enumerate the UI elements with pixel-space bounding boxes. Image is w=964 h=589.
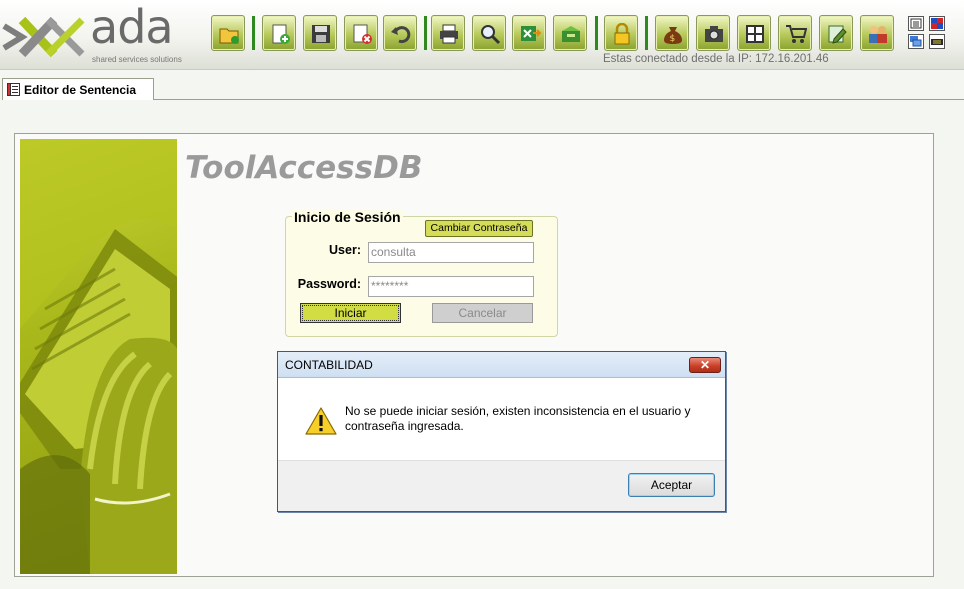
tab-editor-de-sentencia[interactable]: Editor de Sentencia [2, 78, 154, 100]
new-button[interactable] [262, 15, 296, 51]
user-label: User: [329, 243, 361, 257]
change-password-button[interactable]: Cambiar Contraseña [425, 220, 533, 237]
user-field[interactable]: consulta [368, 242, 534, 263]
new-document-icon [272, 24, 290, 44]
toolbar-separator [252, 16, 255, 50]
login-legend: Inicio de Sesión [292, 209, 403, 225]
floppy-disk-icon [312, 25, 330, 43]
export-button[interactable] [512, 15, 546, 51]
search-button[interactable] [472, 15, 506, 51]
edit-icon [828, 25, 847, 44]
printer-icon [440, 24, 458, 44]
dialog-titlebar[interactable]: CONTABILIDAD ✕ [278, 352, 725, 378]
grid-button[interactable] [737, 15, 771, 51]
keyboard-icon [931, 39, 943, 45]
delete-button[interactable] [344, 15, 378, 51]
cart-icon [786, 25, 807, 43]
login-button[interactable]: Iniciar [300, 303, 401, 323]
cancel-button[interactable]: Cancelar [432, 303, 533, 323]
open-folder-button[interactable] [211, 15, 245, 51]
money-bag-icon: $ [664, 27, 682, 44]
flag-icon [931, 18, 943, 29]
logo-tagline: shared services solutions [92, 55, 182, 64]
error-dialog: CONTABILIDAD ✕ No se puede iniciar sesió… [277, 351, 726, 512]
camera-icon [705, 26, 723, 42]
delete-icon [353, 24, 372, 44]
padlock-icon [614, 23, 630, 45]
password-label: Password: [297, 277, 361, 291]
grid-icon [746, 25, 764, 43]
camera-button[interactable] [696, 15, 730, 51]
toolbar-separator [645, 16, 648, 50]
toolbar-separator [595, 16, 598, 50]
money-button[interactable]: $ [655, 15, 689, 51]
ada-logo: ada shared services solutions [2, 4, 202, 66]
magnifier-icon [481, 25, 501, 45]
edit-button[interactable] [819, 15, 853, 51]
document-list-icon [7, 83, 20, 96]
warning-icon [305, 407, 337, 435]
tab-divider [154, 99, 964, 100]
save-button[interactable] [303, 15, 337, 51]
toolbar-separator [424, 16, 427, 50]
undo-icon [391, 26, 411, 44]
dialog-footer: Aceptar [278, 460, 725, 511]
logo-wordmark: ada [90, 0, 174, 54]
inbox-button[interactable] [553, 15, 587, 51]
users-icon [869, 26, 887, 43]
undo-button[interactable] [383, 15, 417, 51]
connection-ip-label: Estas conectado desde la IP: 172.16.201.… [603, 53, 829, 65]
tablet-illustration [20, 139, 177, 574]
dialog-close-button[interactable]: ✕ [689, 357, 721, 373]
list-view-button[interactable] [908, 16, 924, 31]
list-icon [910, 18, 922, 29]
lock-button[interactable] [604, 15, 638, 51]
flag-button[interactable] [929, 16, 945, 31]
dialog-message: No se puede iniciar sesión, existen inco… [345, 404, 691, 433]
keyboard-button[interactable] [929, 34, 945, 49]
app-title: ToolAccessDB [185, 150, 423, 186]
logo-mark-icon [2, 16, 85, 58]
tab-label: Editor de Sentencia [24, 83, 137, 97]
cart-button[interactable] [778, 15, 812, 51]
ok-button[interactable]: Aceptar [628, 473, 715, 497]
top-toolbar: ada shared services solutions $ Estas co… [0, 0, 964, 70]
password-field[interactable]: ******** [368, 276, 534, 297]
inbox-icon [562, 26, 580, 42]
users-button[interactable] [860, 15, 894, 51]
svg-text:$: $ [670, 34, 676, 44]
close-icon: ✕ [699, 358, 711, 372]
export-icon [521, 26, 541, 41]
windows-icon [910, 36, 922, 47]
folder-icon [219, 28, 239, 44]
hand-tablet-image [20, 139, 177, 574]
print-button[interactable] [431, 15, 465, 51]
dialog-title: CONTABILIDAD [285, 358, 373, 372]
windows-button[interactable] [908, 34, 924, 49]
